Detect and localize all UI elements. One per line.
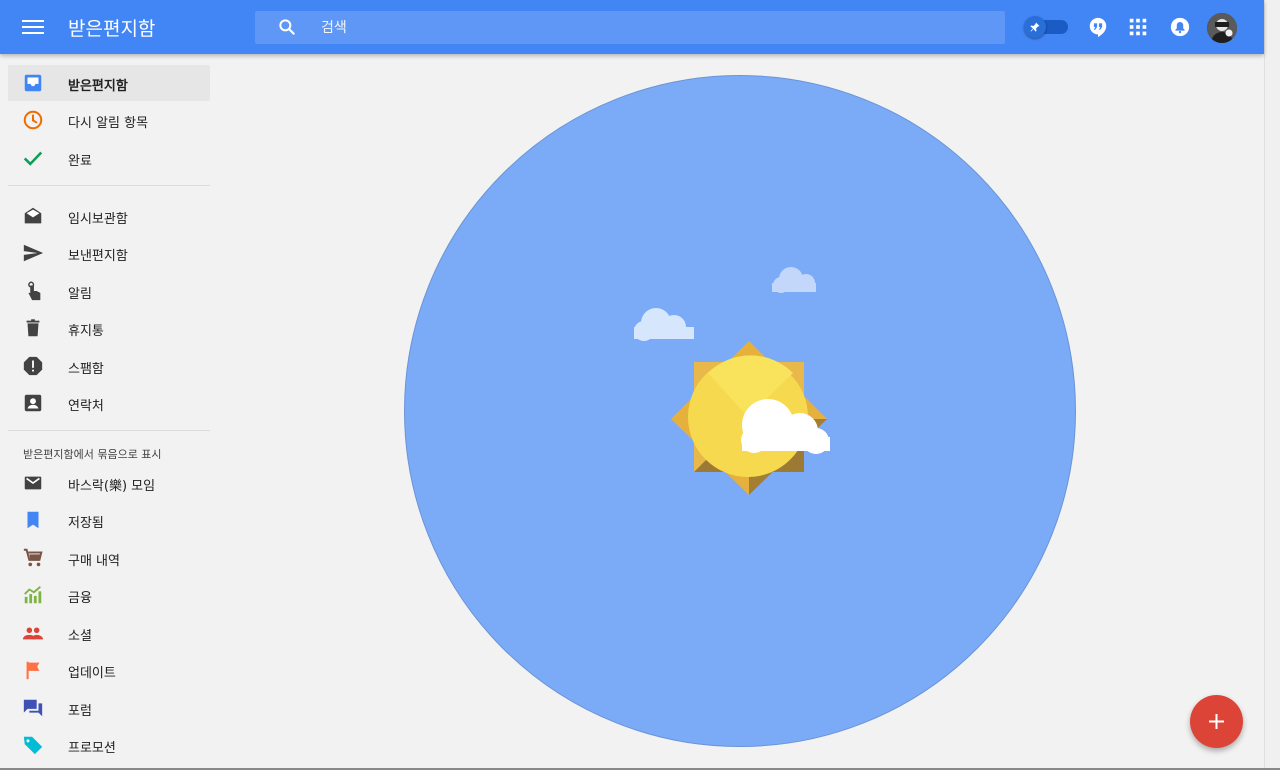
contacts-icon bbox=[24, 394, 42, 412]
sidebar-item-label: 업데이트 bbox=[68, 666, 116, 681]
mail-icon bbox=[24, 476, 42, 490]
people-icon bbox=[22, 627, 44, 640]
sidebar-item-label: 보낸편지함 bbox=[68, 249, 128, 264]
reminder-icon bbox=[28, 281, 41, 301]
sidebar-item-label: 프로모션 bbox=[68, 741, 116, 756]
sidebar-item-purchases[interactable]: 구매 내역 bbox=[8, 540, 210, 576]
tag-icon bbox=[23, 736, 43, 755]
sidebar-item-finance[interactable]: 금융 bbox=[8, 577, 210, 613]
sidebar-item-contacts[interactable]: 연락처 bbox=[8, 385, 210, 421]
flag-icon bbox=[26, 661, 40, 680]
sidebar-item-label: 받은편지함 bbox=[68, 79, 128, 94]
plus-icon bbox=[1209, 714, 1224, 729]
sidebar-item-spam[interactable]: 스팸함 bbox=[8, 348, 210, 384]
sidebar-item-updates[interactable]: 업데이트 bbox=[8, 652, 210, 688]
bookmark-icon bbox=[27, 511, 39, 529]
sidebar-item-snoozed[interactable]: 다시 알림 항목 bbox=[8, 102, 210, 138]
sidebar-item-label: 포럼 bbox=[68, 704, 92, 719]
sidebar-item-label: 스팸함 bbox=[68, 362, 104, 377]
compose-button[interactable] bbox=[1190, 695, 1243, 748]
sidebar-item-forums[interactable]: 포럼 bbox=[8, 690, 210, 726]
sidebar-item-label: 금융 bbox=[68, 591, 92, 606]
page-title: 받은편지함 bbox=[68, 18, 156, 40]
sidebar-item-label: 완료 bbox=[68, 154, 92, 169]
sidebar-item-label: 연락처 bbox=[68, 399, 104, 414]
check-icon bbox=[23, 151, 43, 166]
trash-icon bbox=[26, 319, 40, 337]
sidebar-item-label: 알림 bbox=[68, 287, 92, 302]
top-app-bar: 받은편지함 bbox=[0, 0, 1264, 54]
search-bar[interactable] bbox=[255, 11, 1005, 44]
sidebar-item-sent[interactable]: 보낸편지함 bbox=[8, 235, 210, 271]
sidebar: 받은편지함 다시 알림 항목 완료 임시보관함 보낸편지함 알림 휴지통 스팸함… bbox=[0, 54, 218, 770]
inbox-icon bbox=[24, 74, 42, 92]
sidebar-item-trash[interactable]: 휴지통 bbox=[8, 310, 210, 346]
bundles-section-title: 받은편지함에서 묶음으로 표시 bbox=[23, 448, 162, 461]
pin-toggle[interactable] bbox=[1024, 16, 1068, 38]
sidebar-item-label: 바스락(樂) 모임 bbox=[68, 479, 156, 494]
sidebar-item-social[interactable]: 소셜 bbox=[8, 615, 210, 651]
drafts-icon bbox=[24, 207, 42, 224]
sidebar-item-drafts[interactable]: 임시보관함 bbox=[8, 198, 210, 234]
scrollbar[interactable] bbox=[1264, 0, 1280, 770]
apps-grid-icon[interactable] bbox=[1127, 16, 1149, 38]
sidebar-item-label: 다시 알림 항목 bbox=[68, 116, 149, 131]
clock-icon bbox=[23, 110, 43, 130]
sidebar-item-promotions[interactable]: 프로모션 bbox=[8, 727, 210, 763]
sidebar-item-label: 임시보관함 bbox=[68, 212, 128, 227]
sidebar-item-label: 저장됨 bbox=[68, 516, 104, 531]
sidebar-item-inbox[interactable]: 받은편지함 bbox=[8, 65, 210, 101]
avatar[interactable] bbox=[1207, 13, 1237, 43]
divider bbox=[8, 430, 210, 431]
search-icon[interactable] bbox=[277, 17, 297, 37]
menu-icon[interactable] bbox=[22, 16, 44, 38]
sidebar-item-label: 소셜 bbox=[68, 629, 92, 644]
cart-icon bbox=[23, 548, 43, 567]
sidebar-item-reminders[interactable]: 알림 bbox=[8, 273, 210, 309]
send-icon bbox=[23, 244, 44, 262]
spam-icon bbox=[23, 356, 43, 376]
pin-icon[interactable] bbox=[1024, 16, 1046, 38]
sidebar-item-done[interactable]: 완료 bbox=[8, 140, 210, 176]
sidebar-item-saved[interactable]: 저장됨 bbox=[8, 502, 210, 538]
sidebar-item-label: 휴지통 bbox=[68, 324, 104, 339]
notifications-icon[interactable] bbox=[1169, 16, 1191, 38]
empty-inbox-illustration bbox=[404, 75, 1076, 747]
sun-cloud-icon bbox=[634, 267, 830, 495]
forum-icon bbox=[23, 699, 43, 717]
hangouts-icon[interactable] bbox=[1087, 16, 1109, 38]
search-input[interactable] bbox=[321, 11, 971, 44]
divider bbox=[8, 185, 210, 186]
sidebar-item-group[interactable]: 바스락(樂) 모임 bbox=[8, 465, 210, 501]
finance-icon bbox=[24, 586, 42, 604]
sidebar-item-label: 구매 내역 bbox=[68, 554, 120, 569]
